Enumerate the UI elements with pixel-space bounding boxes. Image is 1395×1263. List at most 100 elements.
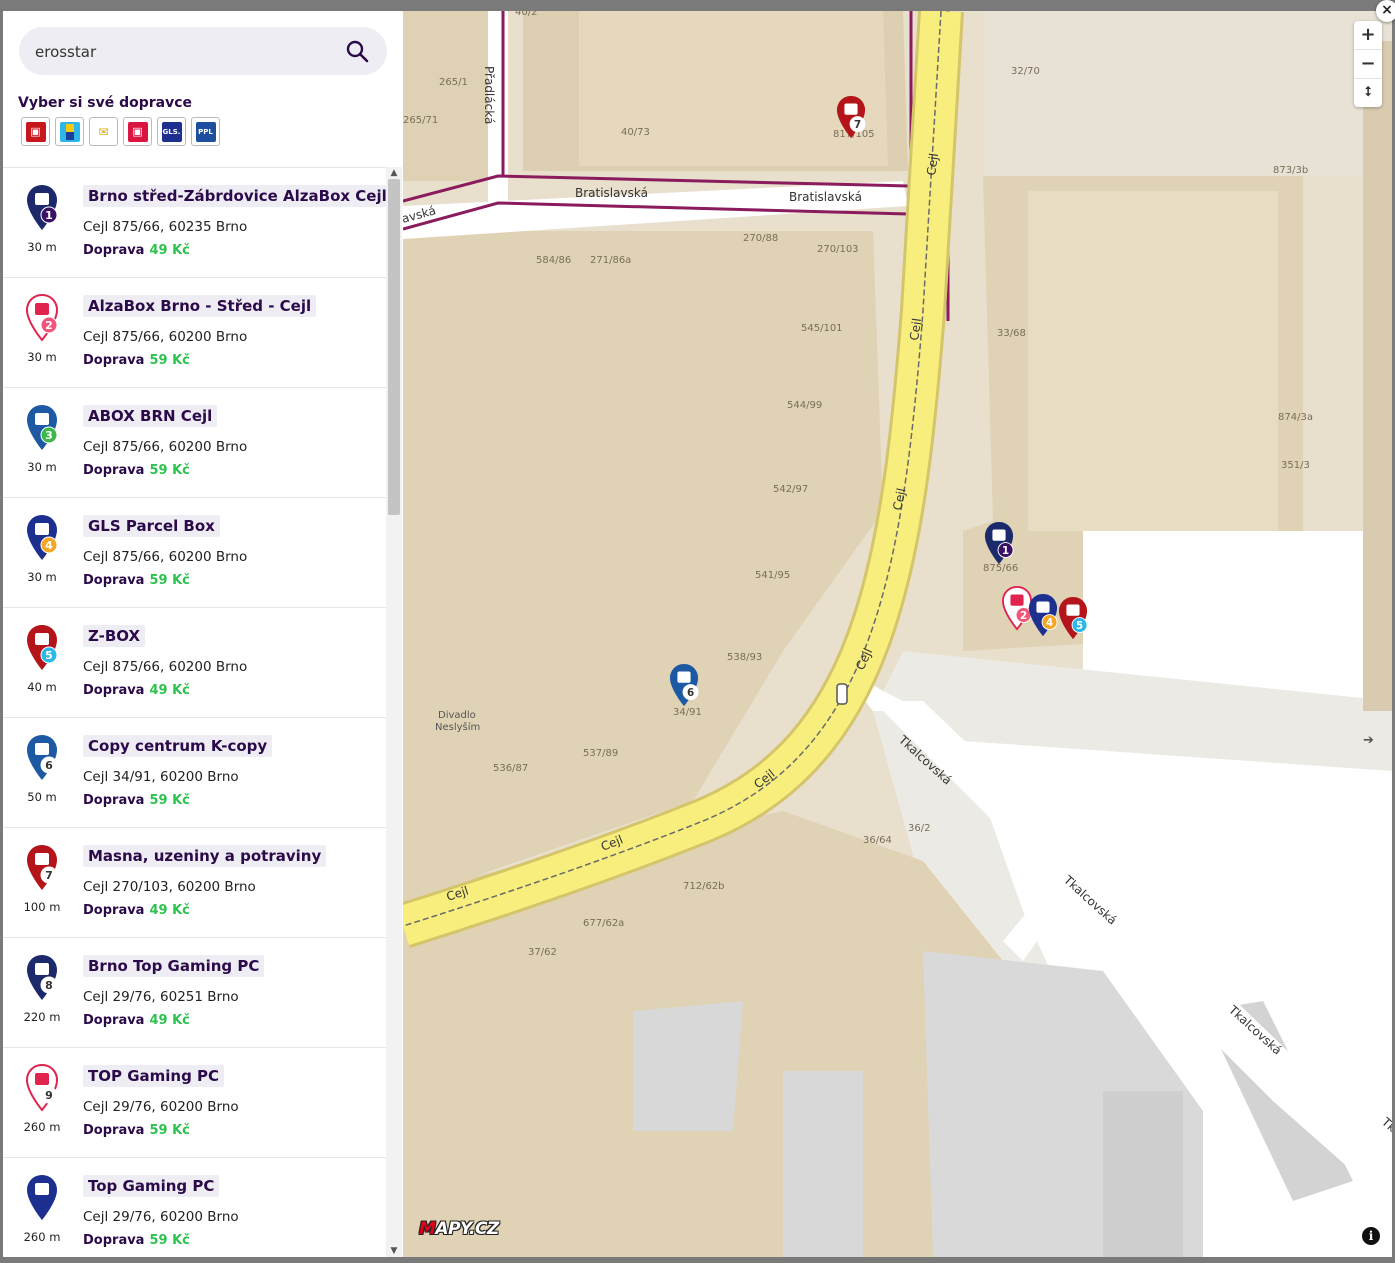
scroll-up-arrow[interactable]: ▲ bbox=[386, 167, 402, 179]
fee-price: 59 Kč bbox=[149, 1123, 190, 1138]
mapy-cz-logo[interactable]: MAPY.CZ bbox=[419, 1219, 499, 1239]
scrollbar-thumb[interactable] bbox=[388, 179, 400, 515]
house-number: 33/68 bbox=[997, 328, 1026, 339]
carrier-logo-icon: ▣ bbox=[127, 121, 148, 142]
list-scrollbar[interactable]: ▲ ▼ bbox=[386, 167, 402, 1257]
shipping-fee: Doprava 59 Kč bbox=[83, 573, 190, 588]
svg-text:5: 5 bbox=[45, 649, 53, 662]
pickup-name: ABOX BRN Cejl bbox=[83, 405, 218, 427]
carrier-chip[interactable]: ✉ bbox=[89, 117, 118, 146]
distance-label: 30 m bbox=[27, 350, 57, 364]
shipping-fee: Doprava 59 Kč bbox=[83, 1123, 190, 1138]
svg-text:2: 2 bbox=[45, 319, 53, 332]
house-number: 875/66 bbox=[983, 563, 1018, 574]
fee-label: Doprava bbox=[83, 243, 145, 258]
svg-text:3: 3 bbox=[45, 429, 53, 442]
info-button[interactable]: i bbox=[1362, 1227, 1380, 1245]
house-number: 545/101 bbox=[801, 323, 843, 334]
svg-text:6: 6 bbox=[45, 759, 53, 772]
distance-label: 50 m bbox=[27, 790, 57, 804]
map[interactable]: ➔ Cejl Cejl Cejl Cejl Cejl Cejl Cejl Bratislavs… bbox=[403, 11, 1392, 1257]
carrier-chip[interactable]: GLS. bbox=[157, 117, 186, 146]
zoom-out-button[interactable]: − bbox=[1354, 50, 1382, 79]
logo-m: M bbox=[419, 1219, 436, 1239]
carrier-chip[interactable] bbox=[55, 117, 84, 146]
pickup-name: TOP Gaming PC bbox=[83, 1065, 225, 1087]
svg-text:6: 6 bbox=[687, 687, 694, 699]
fee-label: Doprava bbox=[83, 1123, 145, 1138]
house-number: 270/88 bbox=[743, 233, 778, 244]
pickup-address: Cejl 34/91, 60200 Brno bbox=[83, 769, 239, 785]
fee-price: 49 Kč bbox=[149, 243, 190, 258]
distance-label: 100 m bbox=[23, 900, 61, 914]
fee-label: Doprava bbox=[83, 463, 145, 478]
carrier-chip[interactable]: ▣ bbox=[21, 117, 50, 146]
pickup-name: Top Gaming PC bbox=[83, 1175, 220, 1197]
svg-text:5: 5 bbox=[1076, 620, 1083, 632]
map-canvas[interactable]: ➔ CejlCejlCejlCejlCejlCejlCejlBratislavs… bbox=[403, 11, 1392, 1257]
list-item[interactable]: 3 30 m ABOX BRN Cejl Cejl 875/66, 60200 Brn… bbox=[3, 388, 386, 498]
list-item[interactable]: 1 30 m Brno střed-Zábrdovice AlzaBox Cejl C… bbox=[3, 168, 386, 278]
house-number: 873/3b bbox=[1273, 165, 1308, 176]
house-number: 271/86a bbox=[590, 255, 631, 266]
list-item[interactable]: 4 30 m GLS Parcel Box Cejl 875/66, 60200 Br… bbox=[3, 498, 386, 608]
search-input[interactable] bbox=[33, 35, 337, 69]
carrier-logo-icon: PPL bbox=[195, 121, 216, 142]
logo-rest: APY.CZ bbox=[435, 1219, 499, 1239]
carrier-logo-icon bbox=[59, 121, 80, 142]
fee-price: 59 Kč bbox=[149, 573, 190, 588]
carrier-chip[interactable]: PPL bbox=[191, 117, 220, 146]
house-number: 351/3 bbox=[1281, 460, 1310, 471]
svg-text:8: 8 bbox=[45, 979, 53, 992]
pickup-address: Cejl 29/76, 60200 Brno bbox=[83, 1209, 239, 1225]
location-pin-icon: 2 bbox=[25, 293, 59, 342]
location-pin-icon: 1 bbox=[25, 184, 59, 232]
location-pin-icon: 7 bbox=[25, 844, 59, 892]
poi-label: Divadlo bbox=[438, 710, 476, 721]
svg-text:➔: ➔ bbox=[1363, 733, 1374, 748]
house-number: 34/91 bbox=[673, 707, 702, 718]
house-number: 536/87 bbox=[493, 763, 528, 774]
pickup-address: Cejl 29/76, 60251 Brno bbox=[83, 989, 239, 1005]
svg-text:1: 1 bbox=[45, 209, 53, 222]
svg-text:1: 1 bbox=[1002, 545, 1009, 557]
fee-label: Doprava bbox=[83, 903, 145, 918]
carrier-chip[interactable]: ▣ bbox=[123, 117, 152, 146]
location-pin-icon bbox=[25, 1174, 59, 1222]
pickup-name: GLS Parcel Box bbox=[83, 515, 220, 537]
carrier-filter: ▣ ✉ ▣ GLS. PPL bbox=[21, 117, 220, 146]
street-label-pradlacka: Přadlácká bbox=[482, 66, 496, 124]
list-item[interactable]: 2 30 m AlzaBox Brno - Střed - Cejl Cejl 875… bbox=[3, 278, 386, 388]
carriers-title: Vyber si své dopravce bbox=[18, 95, 193, 111]
svg-text:9: 9 bbox=[45, 1089, 53, 1102]
house-number: 36/64 bbox=[863, 835, 892, 846]
list-item[interactable]: 5 40 m Z-BOX Cejl 875/66, 60200 Brno Doprava… bbox=[3, 608, 386, 718]
shipping-fee: Doprava 49 Kč bbox=[83, 243, 190, 258]
list-item[interactable]: 8 220 m Brno Top Gaming PC Cejl 29/76, 6025… bbox=[3, 938, 386, 1048]
fee-label: Doprava bbox=[83, 683, 145, 698]
list-item[interactable]: 9 260 m TOP Gaming PC Cejl 29/76, 60200 Brn… bbox=[3, 1048, 386, 1158]
house-number: 537/89 bbox=[583, 748, 618, 759]
list-item[interactable]: 7 100 m Masna, uzeniny a potraviny Cejl 270… bbox=[3, 828, 386, 938]
list-item[interactable]: 6 50 m Copy centrum K-copy Cejl 34/91, 6020… bbox=[3, 718, 386, 828]
fee-price: 49 Kč bbox=[149, 683, 190, 698]
pickup-address: Cejl 875/66, 60200 Brno bbox=[83, 659, 248, 675]
scroll-down-arrow[interactable]: ▼ bbox=[386, 1245, 402, 1257]
pickup-name: Brno Top Gaming PC bbox=[83, 955, 265, 977]
pickup-name: Masna, uzeniny a potraviny bbox=[83, 845, 327, 867]
close-button[interactable]: × bbox=[1376, 0, 1395, 22]
zoom-in-button[interactable]: + bbox=[1354, 21, 1382, 50]
house-number: 541/95 bbox=[755, 570, 790, 581]
street-label-bratislavska: Bratislavská bbox=[789, 190, 862, 204]
pickup-address: Cejl 270/103, 60200 Brno bbox=[83, 879, 256, 895]
house-number: 584/86 bbox=[536, 255, 571, 266]
compass-button[interactable]: ⭥ bbox=[1354, 79, 1382, 107]
fee-label: Doprava bbox=[83, 793, 145, 808]
svg-text:7: 7 bbox=[45, 869, 53, 882]
search-icon[interactable] bbox=[345, 39, 369, 63]
carrier-logo-icon: ✉ bbox=[93, 121, 114, 142]
distance-label: 260 m bbox=[23, 1230, 61, 1244]
pickup-address: Cejl 875/66, 60200 Brno bbox=[83, 549, 248, 565]
list-item[interactable]: 260 m Top Gaming PC Cejl 29/76, 60200 Brno… bbox=[3, 1158, 386, 1257]
pickup-address: Cejl 29/76, 60200 Brno bbox=[83, 1099, 239, 1115]
